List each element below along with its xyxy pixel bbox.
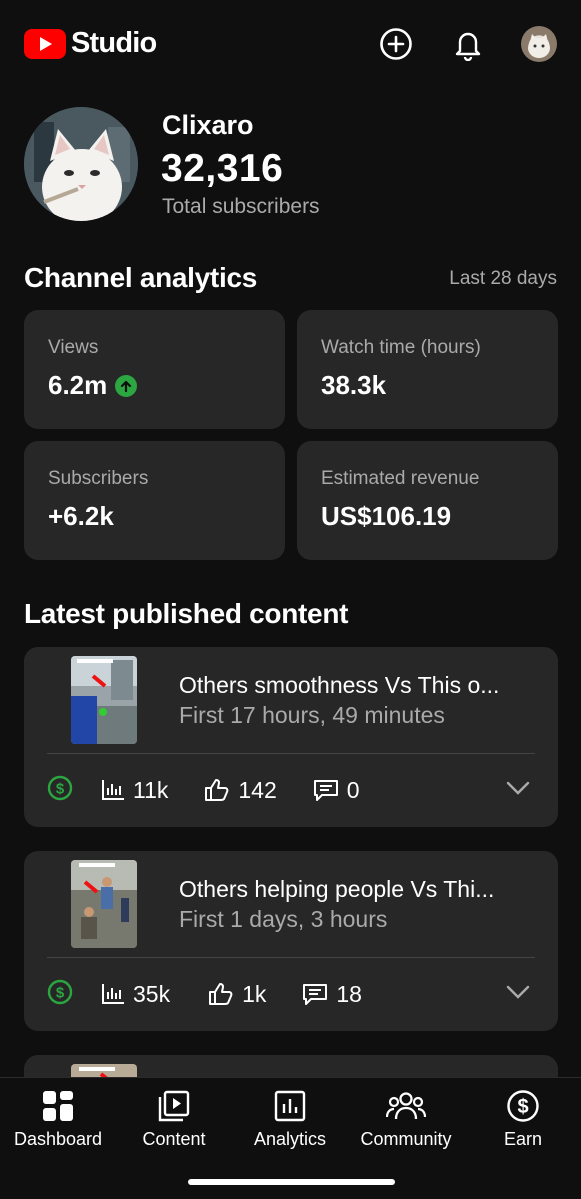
video-title: Others helping people Vs Thi...	[179, 876, 495, 902]
subscriber-label: Total subscribers	[162, 195, 320, 218]
home-indicator[interactable]	[188, 1179, 395, 1185]
bell-icon	[455, 32, 481, 61]
views-label: Views	[48, 337, 99, 358]
create-icon	[380, 28, 412, 60]
views-card[interactable]: Views 6.2m	[24, 310, 285, 429]
svg-text:$: $	[56, 984, 65, 1001]
nav-analytics[interactable]: Analytics	[232, 1086, 348, 1150]
revenue-card[interactable]: Estimated revenue US$106.19	[297, 441, 558, 560]
comment-icon	[313, 780, 338, 801]
studio-logo[interactable]: Studio	[24, 27, 157, 60]
analytics-range[interactable]: Last 28 days	[449, 268, 557, 290]
nav-label: Community	[360, 1129, 452, 1149]
subscribers-card[interactable]: Subscribers +6.2k	[24, 441, 285, 560]
thumbs-up-icon	[209, 983, 233, 1005]
views-count: 35k	[133, 980, 171, 1007]
subscribers-label: Subscribers	[48, 468, 149, 489]
nav-label: Content	[142, 1129, 206, 1149]
content-card[interactable]: Others smoothness Vs This o... First 17 …	[24, 647, 558, 827]
latest-content-title: Latest published content	[24, 598, 349, 629]
video-stats: $ 35k 1k 18	[47, 977, 535, 1011]
views-stat: 35k	[101, 981, 170, 1008]
likes-count: 1k	[242, 980, 267, 1007]
youtube-logo-icon	[24, 28, 66, 59]
monetization-icon: $	[47, 979, 73, 1010]
video-thumbnail[interactable]	[71, 656, 137, 744]
revenue-value: US$106.19	[321, 501, 452, 531]
comments-count: 0	[346, 776, 360, 803]
video-period: First 1 days, 3 hours	[179, 906, 388, 932]
svg-text:$: $	[56, 780, 65, 797]
community-icon	[386, 1092, 426, 1120]
comments-count: 18	[336, 980, 362, 1007]
monetization-icon: $	[47, 775, 73, 806]
bar-chart-icon	[102, 780, 124, 800]
logo-text: Studio	[71, 27, 157, 59]
nav-earn[interactable]: $ Earn	[465, 1086, 581, 1150]
earn-icon: $	[507, 1090, 539, 1122]
cat-photo-icon	[24, 107, 138, 221]
subscribers-value: +6.2k	[48, 501, 114, 531]
chevron-down-icon[interactable]	[506, 984, 530, 1005]
nav-label: Dashboard	[13, 1129, 103, 1149]
channel-avatar[interactable]	[24, 107, 138, 221]
likes-stat: 142	[204, 776, 277, 804]
top-bar: Studio	[0, 0, 581, 90]
video-thumbnail[interactable]	[71, 860, 137, 948]
watch-time-label: Watch time (hours)	[321, 337, 481, 358]
views-value-row: 6.2m	[48, 370, 138, 401]
chevron-down-icon[interactable]	[506, 780, 530, 801]
video-title: Others smoothness Vs This o...	[179, 672, 500, 698]
thumbnail-image	[71, 860, 137, 948]
thumbs-up-icon	[205, 779, 229, 801]
channel-name: Clixaro	[162, 110, 254, 140]
analytics-title: Channel analytics	[24, 262, 257, 293]
views-count: 11k	[133, 776, 169, 803]
watch-time-value: 38.3k	[321, 370, 387, 400]
analytics-icon	[274, 1090, 306, 1122]
nav-dashboard[interactable]: Dashboard	[0, 1086, 116, 1150]
nav-community[interactable]: Community	[348, 1086, 464, 1150]
cat-avatar-icon	[528, 34, 550, 58]
likes-count: 142	[238, 776, 277, 803]
comment-icon	[303, 984, 328, 1005]
nav-label: Analytics	[253, 1129, 327, 1149]
divider	[47, 957, 535, 958]
thumbnail-image	[71, 656, 137, 744]
nav-content[interactable]: Content	[116, 1086, 232, 1150]
create-button[interactable]	[376, 24, 416, 64]
comments-stat: 0	[313, 777, 360, 804]
revenue-label: Estimated revenue	[321, 468, 480, 489]
nav-label: Earn	[503, 1129, 543, 1149]
watch-time-card[interactable]: Watch time (hours) 38.3k	[297, 310, 558, 429]
views-value: 6.2m	[48, 370, 108, 400]
video-stats: $ 11k 142 0	[47, 773, 535, 807]
divider	[47, 753, 535, 754]
likes-stat: 1k	[208, 981, 266, 1008]
svg-text:$: $	[517, 1096, 528, 1118]
content-card[interactable]: Others helping people Vs Thi... First 1 …	[24, 851, 558, 1031]
content-icon	[158, 1090, 190, 1122]
account-avatar[interactable]	[521, 26, 557, 62]
video-period: First 17 hours, 49 minutes	[179, 702, 445, 728]
trend-up-icon	[115, 374, 138, 397]
comments-stat: 18	[302, 981, 362, 1008]
notifications-button[interactable]	[448, 24, 488, 64]
views-stat: 11k	[101, 777, 168, 804]
bar-chart-icon	[102, 984, 124, 1004]
subscriber-count: 32,316	[161, 147, 284, 190]
dashboard-icon	[43, 1091, 73, 1121]
